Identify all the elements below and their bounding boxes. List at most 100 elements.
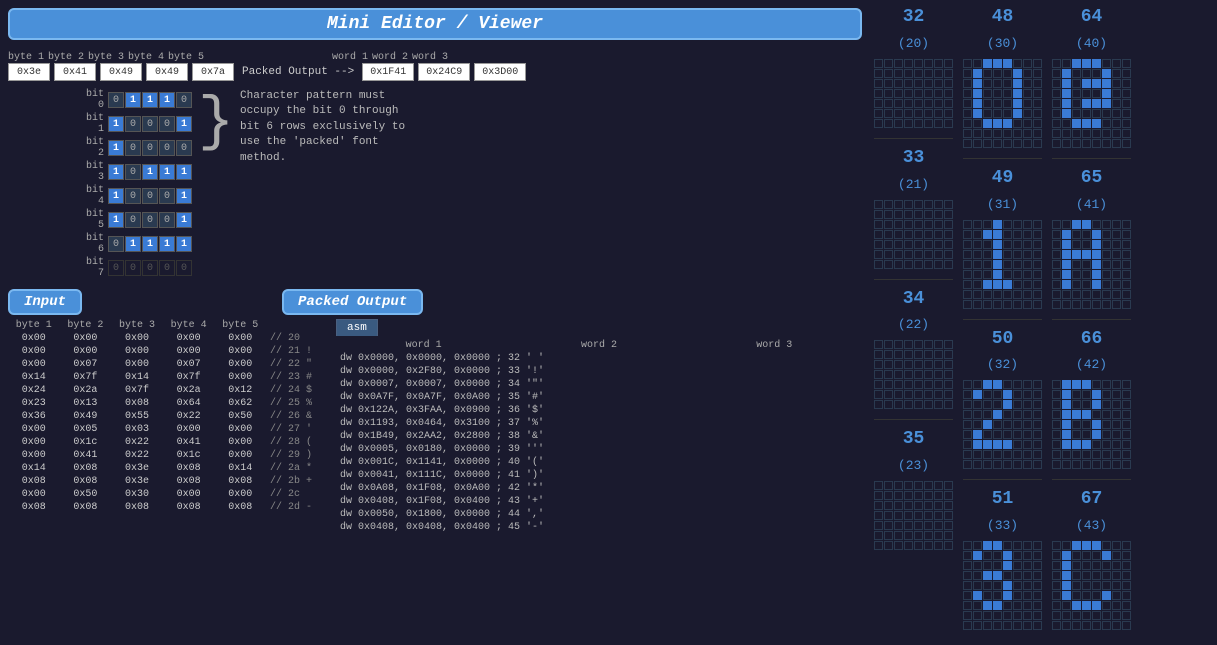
char-pixel bbox=[1082, 230, 1091, 239]
byte-val-2[interactable]: 0x41 bbox=[54, 63, 96, 81]
char-pixel bbox=[1033, 79, 1042, 88]
bit-cell-0-3[interactable]: 1 bbox=[159, 92, 175, 108]
char-pixel bbox=[983, 561, 992, 570]
char-pixel bbox=[1003, 621, 1012, 630]
bit-cell-2-0[interactable]: 1 bbox=[108, 140, 124, 156]
char-pixel-empty bbox=[914, 69, 923, 78]
input-cell-12-4: 0x00 bbox=[214, 488, 266, 501]
char-pixel-empty bbox=[894, 541, 903, 550]
word-val-1[interactable]: 0x1F41 bbox=[362, 63, 414, 81]
char-pixel bbox=[1062, 380, 1071, 389]
bit-cell-5-3[interactable]: 0 bbox=[159, 212, 175, 228]
char-pixel bbox=[973, 541, 982, 550]
bit-cell-0-2[interactable]: 1 bbox=[142, 92, 158, 108]
char-pixel bbox=[1013, 260, 1022, 269]
bit-cell-2-4[interactable]: 0 bbox=[176, 140, 192, 156]
char-pixel bbox=[1082, 79, 1091, 88]
byte-val-1[interactable]: 0x3e bbox=[8, 63, 50, 81]
char-pixel-empty bbox=[924, 230, 933, 239]
char-pixel bbox=[1092, 400, 1101, 409]
bit-cell-5-1[interactable]: 0 bbox=[125, 212, 141, 228]
bit-cell-2-2[interactable]: 0 bbox=[142, 140, 158, 156]
char-pixel-empty bbox=[874, 511, 883, 520]
char-pixel bbox=[1092, 420, 1101, 429]
char-pixel bbox=[1092, 551, 1101, 560]
char-pixel bbox=[1122, 601, 1131, 610]
byte-val-4[interactable]: 0x49 bbox=[146, 63, 188, 81]
bit-cell-4-3[interactable]: 0 bbox=[159, 188, 175, 204]
bit-cell-1-1[interactable]: 0 bbox=[125, 116, 141, 132]
bit-cell-3-3[interactable]: 1 bbox=[159, 164, 175, 180]
bit-cell-1-4[interactable]: 1 bbox=[176, 116, 192, 132]
bit-cell-3-4[interactable]: 1 bbox=[176, 164, 192, 180]
tab-asm[interactable]: asm bbox=[336, 319, 378, 336]
top-section: byte 1 byte 2 byte 3 byte 4 byte 5 word … bbox=[8, 52, 862, 81]
bit-cell-2-3[interactable]: 0 bbox=[159, 140, 175, 156]
char-pixel bbox=[1013, 270, 1022, 279]
char-pixel bbox=[973, 290, 982, 299]
char-pixel bbox=[1122, 280, 1131, 289]
word-val-3[interactable]: 0x3D00 bbox=[474, 63, 526, 81]
bit-cell-0-4[interactable]: 0 bbox=[176, 92, 192, 108]
bit-cell-7-0[interactable]: 0 bbox=[108, 260, 124, 276]
char-pixel bbox=[1112, 450, 1121, 459]
bit-cell-7-4[interactable]: 0 bbox=[176, 260, 192, 276]
bit-row-5: bit 510001 bbox=[76, 209, 192, 231]
char-pixel bbox=[1112, 129, 1121, 138]
byte-val-5[interactable]: 0x7a bbox=[192, 63, 234, 81]
bit-cell-6-4[interactable]: 1 bbox=[176, 236, 192, 252]
bit-cell-7-3[interactable]: 0 bbox=[159, 260, 175, 276]
bit-cell-6-3[interactable]: 1 bbox=[159, 236, 175, 252]
bit-cell-1-2[interactable]: 0 bbox=[142, 116, 158, 132]
bit-cell-4-0[interactable]: 1 bbox=[108, 188, 124, 204]
char-pixel bbox=[1052, 611, 1061, 620]
bit-cell-5-2[interactable]: 0 bbox=[142, 212, 158, 228]
bit-cell-0-0[interactable]: 0 bbox=[108, 92, 124, 108]
divider bbox=[1052, 319, 1131, 320]
bit-cell-6-2[interactable]: 1 bbox=[142, 236, 158, 252]
bit-cell-4-1[interactable]: 0 bbox=[125, 188, 141, 204]
bit-cell-3-0[interactable]: 1 bbox=[108, 164, 124, 180]
input-cell-10-4: 0x14 bbox=[214, 462, 266, 475]
input-cell-9-0: 0x00 bbox=[8, 449, 60, 462]
char-pixel bbox=[1052, 220, 1061, 229]
char-pixel bbox=[1072, 290, 1081, 299]
bit-cell-1-0[interactable]: 1 bbox=[108, 116, 124, 132]
char-pixel bbox=[1072, 621, 1081, 630]
char-pixel bbox=[1072, 450, 1081, 459]
input-row-7: 0x000x050x030x000x00// 27 ' bbox=[8, 423, 328, 436]
char-pixel bbox=[963, 380, 972, 389]
char-pixel bbox=[1122, 129, 1131, 138]
char-pixel bbox=[1003, 601, 1012, 610]
char-pixel bbox=[1082, 400, 1091, 409]
bit-cell-5-0[interactable]: 1 bbox=[108, 212, 124, 228]
char-pixel bbox=[1102, 129, 1111, 138]
char-pixel-empty bbox=[944, 99, 953, 108]
char-pixel bbox=[1082, 119, 1091, 128]
bit-cell-7-2[interactable]: 0 bbox=[142, 260, 158, 276]
char-pixel bbox=[1052, 551, 1061, 560]
char-pixel-empty bbox=[914, 370, 923, 379]
char-pixel-empty bbox=[884, 220, 893, 229]
bit-cell-3-1[interactable]: 0 bbox=[125, 164, 141, 180]
bit-cell-4-2[interactable]: 0 bbox=[142, 188, 158, 204]
char-pixel-empty bbox=[924, 350, 933, 359]
bit-cell-0-1[interactable]: 1 bbox=[125, 92, 141, 108]
char-pixel bbox=[983, 260, 992, 269]
bit-cell-5-4[interactable]: 1 bbox=[176, 212, 192, 228]
char-pixel bbox=[1092, 69, 1101, 78]
bit-cell-2-1[interactable]: 0 bbox=[125, 140, 141, 156]
bit-cell-7-1[interactable]: 0 bbox=[125, 260, 141, 276]
divider bbox=[874, 138, 953, 139]
char-pixel bbox=[1052, 300, 1061, 309]
bit-cell-6-0[interactable]: 0 bbox=[108, 236, 124, 252]
input-cell-8-2: 0x22 bbox=[111, 436, 163, 449]
bit-cell-6-1[interactable]: 1 bbox=[125, 236, 141, 252]
char-pixel bbox=[1102, 109, 1111, 118]
bit-cell-1-3[interactable]: 0 bbox=[159, 116, 175, 132]
byte-val-3[interactable]: 0x49 bbox=[100, 63, 142, 81]
bit-cell-3-2[interactable]: 1 bbox=[142, 164, 158, 180]
bit-cell-4-4[interactable]: 1 bbox=[176, 188, 192, 204]
char-pixel bbox=[1013, 59, 1022, 68]
word-val-2[interactable]: 0x24C9 bbox=[418, 63, 470, 81]
